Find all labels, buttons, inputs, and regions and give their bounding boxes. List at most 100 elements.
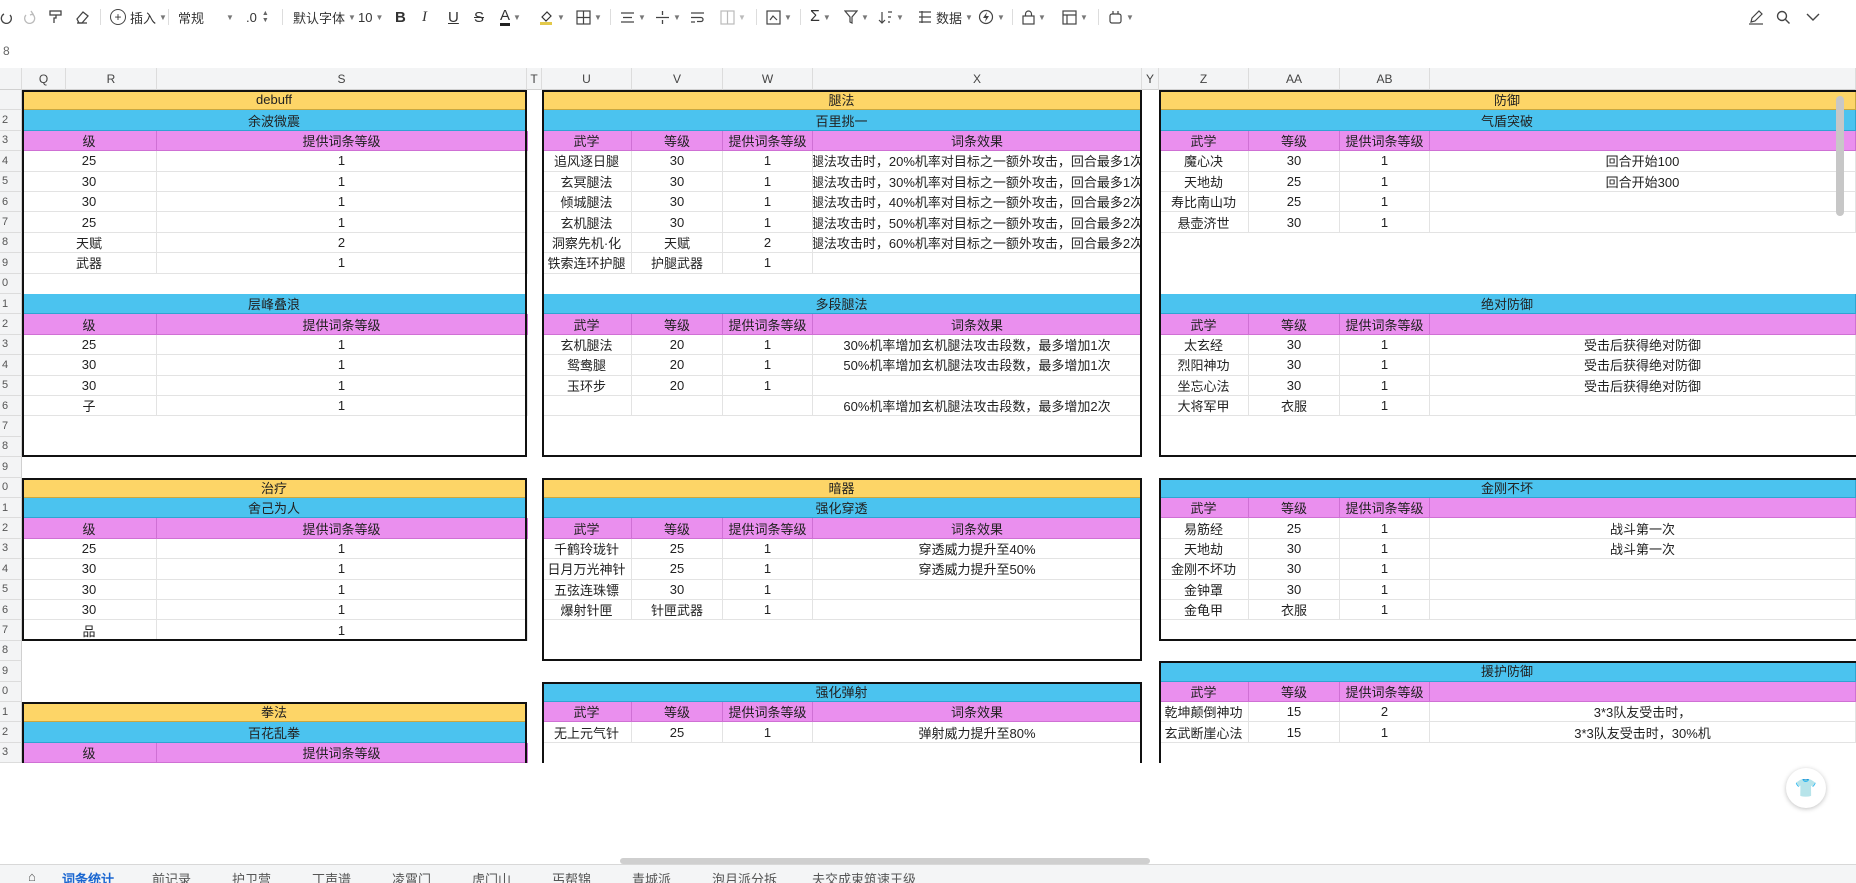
column-header[interactable]: S	[157, 68, 527, 90]
category-title[interactable]: 防御	[1159, 90, 1856, 111]
table-cell[interactable]: 品	[22, 620, 157, 641]
table-cell[interactable]: 1	[157, 171, 527, 192]
column-label[interactable]: 等级	[632, 130, 723, 152]
table-cell[interactable]: 1	[1340, 559, 1430, 580]
column-label[interactable]: 词条效果	[813, 702, 1142, 723]
column-label[interactable]: 词条效果	[527, 314, 528, 335]
table-cell[interactable]: 1	[1340, 538, 1430, 560]
formula-bar[interactable]: 8	[0, 34, 1856, 69]
table-cell[interactable]	[527, 212, 528, 233]
column-header[interactable]	[1430, 68, 1856, 90]
row-header[interactable]	[0, 90, 22, 111]
row-header[interactable]: 1	[0, 702, 22, 723]
table-cell[interactable]: 铁索连环护腿	[542, 253, 632, 274]
table-cell[interactable]	[527, 192, 528, 213]
category-title[interactable]: 治疗	[22, 477, 527, 498]
table-cell[interactable]: 25	[1249, 192, 1340, 213]
table-cell[interactable]: 25	[22, 334, 157, 356]
table-cell[interactable]: 1	[157, 620, 527, 641]
feedback-button[interactable]: 👕	[1786, 768, 1826, 808]
table-cell[interactable]	[1430, 559, 1856, 580]
home-icon[interactable]: ⌂	[28, 865, 36, 883]
table-cell[interactable]: 2	[1340, 702, 1430, 723]
fill-color-button[interactable]: ▼	[538, 0, 565, 34]
table-cell[interactable]: 1	[723, 151, 813, 172]
table-cell[interactable]: 1	[157, 334, 527, 356]
row-header[interactable]: 1	[0, 294, 22, 315]
column-label[interactable]: 武学	[1159, 681, 1249, 702]
table-cell[interactable]: 30	[1249, 355, 1340, 376]
table-cell[interactable]: 腿法攻击时，20%机率对目标之一额外攻击，回合最多1次	[813, 151, 1142, 172]
column-label[interactable]: 提供词条等级	[723, 314, 813, 335]
table-cell[interactable]: 玄机腿法	[542, 212, 632, 233]
column-label[interactable]: 提供词条等级	[157, 742, 527, 764]
table-cell[interactable]: 太玄经	[1159, 334, 1249, 356]
table-cell[interactable]: 1	[157, 559, 527, 580]
bold-icon[interactable]: B	[395, 0, 406, 34]
column-label[interactable]: 等级	[1249, 130, 1340, 152]
table-cell[interactable]: 玄武断崖心法	[1159, 722, 1249, 743]
section-title[interactable]: 百里挑一	[542, 110, 1142, 131]
sheet-tab[interactable]: 夫交成束筑速王级	[812, 865, 916, 883]
table-cell[interactable]: 1	[157, 151, 527, 172]
column-label[interactable]: 词条效果	[813, 130, 1142, 152]
table-cell[interactable]	[527, 355, 528, 376]
table-cell[interactable]: 30	[1249, 559, 1340, 580]
column-label[interactable]: 提供词条等级	[157, 130, 527, 152]
automation-button[interactable]: ▼	[978, 0, 1005, 34]
table-cell[interactable]: 受击后获得绝对防御	[1430, 355, 1856, 376]
section-title[interactable]: 层峰叠浪	[22, 294, 527, 315]
table-cell[interactable]: 战斗第一次	[1430, 518, 1856, 539]
table-cell[interactable]: 25	[1249, 518, 1340, 539]
table-cell[interactable]	[527, 375, 528, 396]
sheet-tab[interactable]: 凌霄门	[392, 865, 431, 883]
table-cell[interactable]: 1	[723, 171, 813, 192]
table-cell[interactable]: AOE目标附加debuff层数提升为选中目标的20%	[527, 151, 528, 172]
wrap-text-icon[interactable]	[690, 0, 705, 34]
row-header[interactable]: 7	[0, 212, 22, 233]
table-cell[interactable]: 1	[723, 600, 813, 621]
merge-cells-button[interactable]: ▼	[720, 0, 746, 34]
table-cell[interactable]: 2	[723, 232, 813, 254]
table-cell[interactable]: 1	[1340, 375, 1430, 396]
table-cell[interactable]: 玄机腿法	[542, 334, 632, 356]
table-cell[interactable]: 25	[22, 538, 157, 560]
table-cell[interactable]: 1	[723, 334, 813, 356]
table-cell[interactable]: 1	[1340, 579, 1430, 600]
table-cell[interactable]: 1	[1340, 171, 1430, 192]
category-title[interactable]: 腿法	[542, 90, 1142, 111]
table-cell[interactable]	[813, 253, 1142, 274]
table-cell[interactable]	[813, 579, 1142, 600]
table-cell[interactable]: 鸳鸯腿	[542, 355, 632, 376]
column-header[interactable]: X	[813, 68, 1142, 90]
column-label[interactable]: 等级	[1249, 314, 1340, 335]
row-header[interactable]: 4	[0, 355, 22, 376]
column-header[interactable]: R	[66, 68, 157, 90]
table-cell[interactable]: 战斗第一次	[1430, 538, 1856, 560]
table-cell[interactable]: 3*3队友受击时，30%机	[1430, 722, 1856, 743]
table-cell[interactable]: 25	[632, 538, 723, 560]
row-header[interactable]: 7	[0, 416, 22, 437]
table-cell[interactable]: 玄冥腿法	[542, 171, 632, 192]
table-cell[interactable]: 60%机率增加玄机腿法攻击段数，最多增加2次	[813, 396, 1142, 417]
sheet-tab[interactable]: 丐帮锦	[552, 865, 591, 883]
row-header[interactable]: 2	[0, 314, 22, 335]
row-header[interactable]: 8	[0, 232, 22, 254]
table-cell[interactable]: 针匣武器	[632, 600, 723, 621]
table-cell[interactable]: 腿法攻击时，40%机率对目标之一额外攻击，回合最多2次	[813, 192, 1142, 213]
column-label[interactable]: 等级	[1249, 498, 1340, 519]
section-title[interactable]: 强化穿透	[542, 498, 1142, 519]
column-label[interactable]: 武学	[542, 702, 632, 723]
column-label[interactable]: 提供词条等级	[723, 518, 813, 539]
column-label[interactable]: 级	[22, 742, 157, 764]
table-cell[interactable]: 30	[22, 559, 157, 580]
column-label[interactable]: 提供词条等级	[1340, 314, 1430, 335]
table-cell[interactable]: 坐忘心法	[1159, 375, 1249, 396]
table-cell[interactable]: 2	[157, 232, 527, 254]
section-title[interactable]: 百花乱拳	[22, 722, 527, 743]
table-cell[interactable]	[1430, 192, 1856, 213]
column-label[interactable]: 武学	[542, 518, 632, 539]
column-label[interactable]: 词条效果	[527, 518, 528, 539]
table-cell[interactable]: 30	[22, 375, 157, 396]
table-cell[interactable]: 30	[22, 192, 157, 213]
